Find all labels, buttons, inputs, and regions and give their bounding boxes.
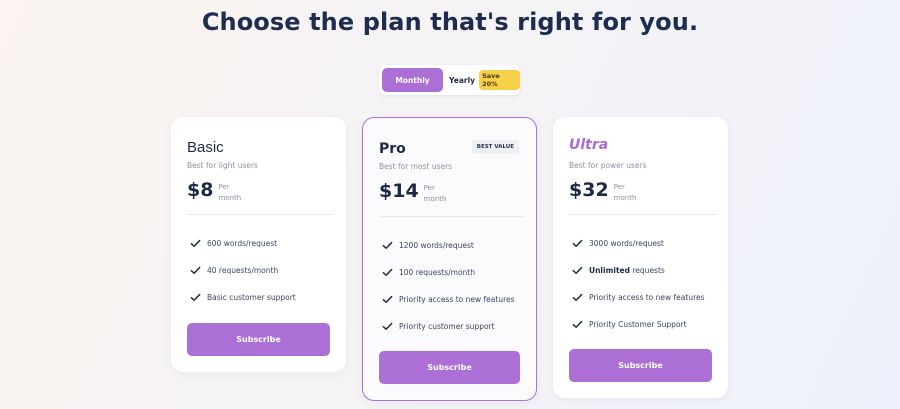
page-title: Choose the plan that's right for you.: [201, 8, 699, 36]
subscribe-button-ultra[interactable]: Subscribe: [569, 349, 712, 382]
price-row: $32 Per month: [569, 179, 636, 204]
feature-list: 3000 words/request Unlimited requests Pr…: [572, 230, 705, 338]
price-period-line1: Per: [423, 184, 435, 192]
check-icon: [190, 292, 201, 303]
subscribe-button-pro[interactable]: Subscribe: [379, 351, 520, 384]
check-icon: [572, 292, 583, 303]
plan-name: Ultra: [569, 137, 609, 153]
feature-text: Priority Customer Support: [589, 320, 687, 329]
feature-list: 1200 words/request 100 requests/month Pr…: [382, 232, 515, 340]
plan-price: $14: [379, 180, 419, 202]
plan-name: Basic: [187, 139, 224, 156]
divider: [569, 214, 716, 215]
best-value-badge: BEST VALUE: [471, 140, 519, 154]
billing-toggle: Monthly Yearly Save 20%: [379, 65, 520, 95]
feature-item: 1200 words/request: [382, 232, 515, 259]
check-icon: [572, 265, 583, 276]
price-period-line2: month: [423, 195, 447, 203]
price-period-line1: Per: [218, 183, 230, 191]
feature-item: 600 words/request: [190, 230, 296, 257]
check-icon: [382, 240, 393, 251]
yearly-toggle-button[interactable]: Yearly Save 20%: [449, 68, 520, 92]
plan-card-pro: Pro BEST VALUE Best for most users $14 P…: [362, 117, 537, 401]
price-period: Per month: [424, 183, 447, 205]
feature-item: Priority Customer Support: [572, 311, 705, 338]
feature-text: Priority access to new features: [589, 293, 705, 302]
feature-item: Basic customer support: [190, 284, 296, 311]
price-period: Per month: [218, 182, 241, 204]
feature-bold-prefix: Unlimited: [589, 266, 630, 275]
price-row: $8 Per month: [187, 179, 241, 204]
yearly-label: Yearly: [449, 75, 476, 85]
feature-item: Priority access to new features: [382, 286, 515, 313]
divider: [379, 216, 524, 217]
check-icon: [382, 294, 393, 305]
feature-item: 40 requests/month: [190, 257, 296, 284]
price-period: Per month: [614, 182, 637, 204]
price-period-line2: month: [218, 194, 242, 202]
feature-text: 1200 words/request: [399, 241, 474, 250]
feature-list: 600 words/request 40 requests/month Basi…: [190, 230, 296, 311]
feature-text: 3000 words/request: [589, 239, 664, 248]
plan-tagline: Best for most users: [379, 162, 453, 171]
subscribe-button-basic[interactable]: Subscribe: [187, 323, 330, 356]
save-badge: Save 20%: [479, 70, 520, 90]
check-icon: [572, 319, 583, 330]
feature-text: requests: [632, 266, 665, 275]
plan-tagline: Best for power users: [569, 161, 647, 170]
feature-item: 3000 words/request: [572, 230, 705, 257]
feature-item: Unlimited requests: [572, 257, 705, 284]
check-icon: [572, 238, 583, 249]
feature-text: Priority customer support: [399, 322, 495, 331]
price-period-line2: month: [613, 194, 637, 202]
plan-price: $8: [187, 179, 214, 201]
feature-text: Priority access to new features: [399, 295, 515, 304]
plan-price: $32: [569, 179, 609, 201]
feature-text: 100 requests/month: [399, 268, 475, 277]
feature-item: Priority access to new features: [572, 284, 705, 311]
plan-tagline: Best for light users: [187, 161, 258, 170]
check-icon: [382, 321, 393, 332]
feature-text: Basic customer support: [207, 293, 296, 302]
monthly-toggle-button[interactable]: Monthly: [382, 68, 443, 92]
plan-card-basic: Basic Best for light users $8 Per month …: [171, 117, 346, 372]
divider: [187, 214, 334, 215]
price-period-line1: Per: [613, 183, 625, 191]
plan-name: Pro: [379, 141, 406, 157]
check-icon: [190, 238, 201, 249]
feature-text: 600 words/request: [207, 239, 278, 248]
feature-text: 40 requests/month: [207, 266, 279, 275]
feature-item: Priority customer support: [382, 313, 515, 340]
price-row: $14 Per month: [379, 180, 446, 205]
check-icon: [190, 265, 201, 276]
feature-item: 100 requests/month: [382, 259, 515, 286]
check-icon: [382, 267, 393, 278]
plan-card-ultra: Ultra Best for power users $32 Per month…: [553, 117, 728, 398]
